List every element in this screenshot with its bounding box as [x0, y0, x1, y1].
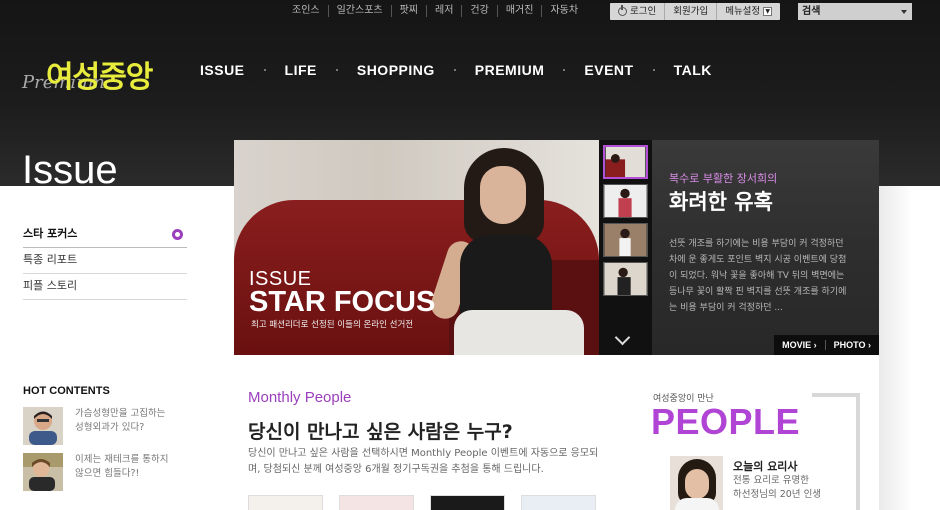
hot-content-item[interactable]: 가슴성형만을 고집하는 성형외과가 있다?	[23, 407, 183, 445]
article-subtitle: 복수로 부활한 장서희의	[669, 172, 778, 185]
top-link[interactable]: 조인스	[284, 5, 329, 17]
photo-label: PHOTO	[833, 340, 866, 350]
candidate-thumbnail[interactable]	[430, 495, 505, 510]
account-buttons: 로그인 회원가입 메뉴설정 ▼	[610, 3, 781, 20]
left-menu-item-star-focus[interactable]: 스타 포커스	[23, 222, 187, 248]
banner-thumbnail[interactable]	[603, 262, 648, 296]
hot-content-text: 가슴성형만을 고집하는 성형외과가 있다?	[75, 407, 165, 445]
banner-thumbnail[interactable]	[603, 223, 648, 257]
monthly-people-label: Monthly People	[248, 389, 352, 406]
left-menu-label: 특종 리포트	[23, 253, 78, 266]
section-title: Issue	[22, 148, 118, 192]
login-label: 로그인	[630, 6, 657, 17]
article-body: 선뜻 개조를 하기에는 비용 부담이 커 걱정하던 차에 운 좋게도 포인트 벽…	[669, 239, 847, 313]
banner-thumbnail[interactable]	[603, 145, 648, 179]
search-select[interactable]: 검색	[798, 3, 912, 20]
logo-main-text: 여성중앙	[46, 60, 153, 95]
join-button[interactable]: 회원가입	[665, 3, 718, 20]
people-panel: 여성중앙이 만난 PEOPLE 오늘의 요리사 전통 요리로 유명한 하선정님의…	[645, 389, 860, 510]
hot-content-thumbnail	[23, 407, 63, 445]
top-link[interactable]: 자동차	[542, 5, 586, 17]
hot-content-line: 가슴성형만을 고집하는	[75, 408, 166, 419]
hot-content-item[interactable]: 이제는 재테크를 통하지 않으면 힘들다?!	[23, 453, 183, 491]
banner-article-panel: 복수로 부활한 장서희의 화려한 유혹 선뜻 개조를 하기에는 비용 부담이 커…	[652, 140, 879, 355]
banner-title: STAR FOCUS	[249, 286, 436, 318]
top-link[interactable]: 일간스포츠	[329, 5, 392, 17]
people-desc-line: 하선정님의 20년 인생	[733, 489, 822, 500]
power-icon	[618, 5, 627, 16]
left-menu-item-people-story[interactable]: 피플 스토리	[23, 274, 187, 300]
active-indicator-icon	[172, 229, 183, 240]
top-link[interactable]: 매거진	[498, 5, 543, 17]
hot-content-line: 성형외과가 있다?	[75, 422, 145, 433]
hot-content-line: 이제는 재테크를 통하지	[75, 454, 169, 465]
person-shape	[675, 498, 719, 510]
people-photo[interactable]	[670, 456, 723, 510]
top-link[interactable]: 팟찌	[392, 5, 428, 17]
search-label: 검색	[802, 6, 821, 17]
nav-item-shopping[interactable]: SHOPPING	[357, 62, 435, 78]
login-button[interactable]: 로그인	[610, 3, 666, 20]
menu-setting-label: 메뉴설정	[725, 6, 761, 17]
nav-divider	[335, 69, 338, 71]
banner-thumbnail-strip	[599, 140, 652, 355]
feature-banner: ISSUE STAR FOCUS 최고 패션리더로 선정된 이들의 온라인 선거…	[234, 140, 879, 355]
hot-content-line: 않으면 힘들다?!	[75, 468, 140, 479]
nav-divider	[563, 69, 566, 71]
top-link[interactable]: 레저	[427, 5, 463, 17]
banner-photo[interactable]: ISSUE STAR FOCUS 최고 패션리더로 선정된 이들의 온라인 선거…	[234, 140, 599, 355]
nav-divider	[263, 69, 266, 71]
left-menu-label: 피플 스토리	[23, 279, 78, 292]
left-menu-item-scoop-report[interactable]: 특종 리포트	[23, 248, 187, 274]
top-links: 조인스 일간스포츠 팟찌 레저 건강 매거진 자동차	[284, 5, 586, 17]
chevron-down-icon[interactable]	[614, 329, 631, 346]
hot-content-text: 이제는 재테크를 통하지 않으면 힘들다?!	[75, 453, 168, 491]
candidate-thumbnail[interactable]	[339, 495, 414, 510]
right-shadow	[879, 186, 912, 510]
banner-subtitle: 최고 패션리더로 선정된 이들의 온라인 선거전	[251, 320, 414, 330]
people-desc-line: 전통 요리로 유명한	[733, 475, 809, 486]
menu-setting-button[interactable]: 메뉴설정 ▼	[717, 3, 780, 20]
top-link[interactable]: 건강	[462, 5, 498, 17]
media-buttons: MOVIE › PHOTO ›	[774, 335, 879, 355]
banner-thumbnail[interactable]	[603, 184, 648, 218]
movie-label: MOVIE	[782, 340, 812, 350]
article-title[interactable]: 화려한 유혹	[669, 186, 773, 216]
left-menu-label: 스타 포커스	[23, 227, 78, 240]
nav-item-talk[interactable]: TALK	[674, 62, 712, 78]
chevron-down-icon	[901, 10, 907, 14]
person-shape	[454, 310, 584, 355]
dropdown-icon: ▼	[763, 7, 773, 16]
nav-item-issue[interactable]: ISSUE	[200, 62, 245, 78]
nav-item-premium[interactable]: PREMIUM	[475, 62, 545, 78]
left-menu: 스타 포커스 특종 리포트 피플 스토리	[23, 222, 187, 300]
nav-divider	[453, 69, 456, 71]
top-bar: 조인스 일간스포츠 팟찌 레저 건강 매거진 자동차 로그인 회원가입 메뉴설정…	[0, 0, 940, 24]
monthly-people-title: 당신이 만나고 싶은 사람은 누구?	[248, 421, 513, 443]
people-heading: PEOPLE	[651, 401, 801, 442]
nav-divider	[652, 69, 655, 71]
nav-item-life[interactable]: LIFE	[285, 62, 317, 78]
main-nav: ISSUE LIFE SHOPPING PREMIUM EVENT TALK	[200, 62, 712, 78]
person-shape	[685, 469, 709, 499]
candidate-thumbnail[interactable]	[521, 495, 596, 510]
person-shape	[480, 166, 526, 224]
people-description: 전통 요리로 유명한 하선정님의 20년 인생	[733, 474, 821, 502]
hot-content-thumbnail	[23, 453, 63, 491]
people-name[interactable]: 오늘의 요리사	[733, 458, 798, 474]
nav-item-event[interactable]: EVENT	[584, 62, 633, 78]
candidate-thumbnail[interactable]	[248, 495, 323, 510]
photo-button[interactable]: PHOTO ›	[826, 340, 879, 350]
page: 조인스 일간스포츠 팟찌 레저 건강 매거진 자동차 로그인 회원가입 메뉴설정…	[0, 0, 940, 510]
movie-button[interactable]: MOVIE ›	[774, 340, 826, 350]
hot-contents-title: HOT CONTENTS	[23, 385, 110, 397]
monthly-people-description: 당신이 만나고 싶은 사람을 선택하시면 Monthly People 이벤트에…	[248, 448, 599, 475]
